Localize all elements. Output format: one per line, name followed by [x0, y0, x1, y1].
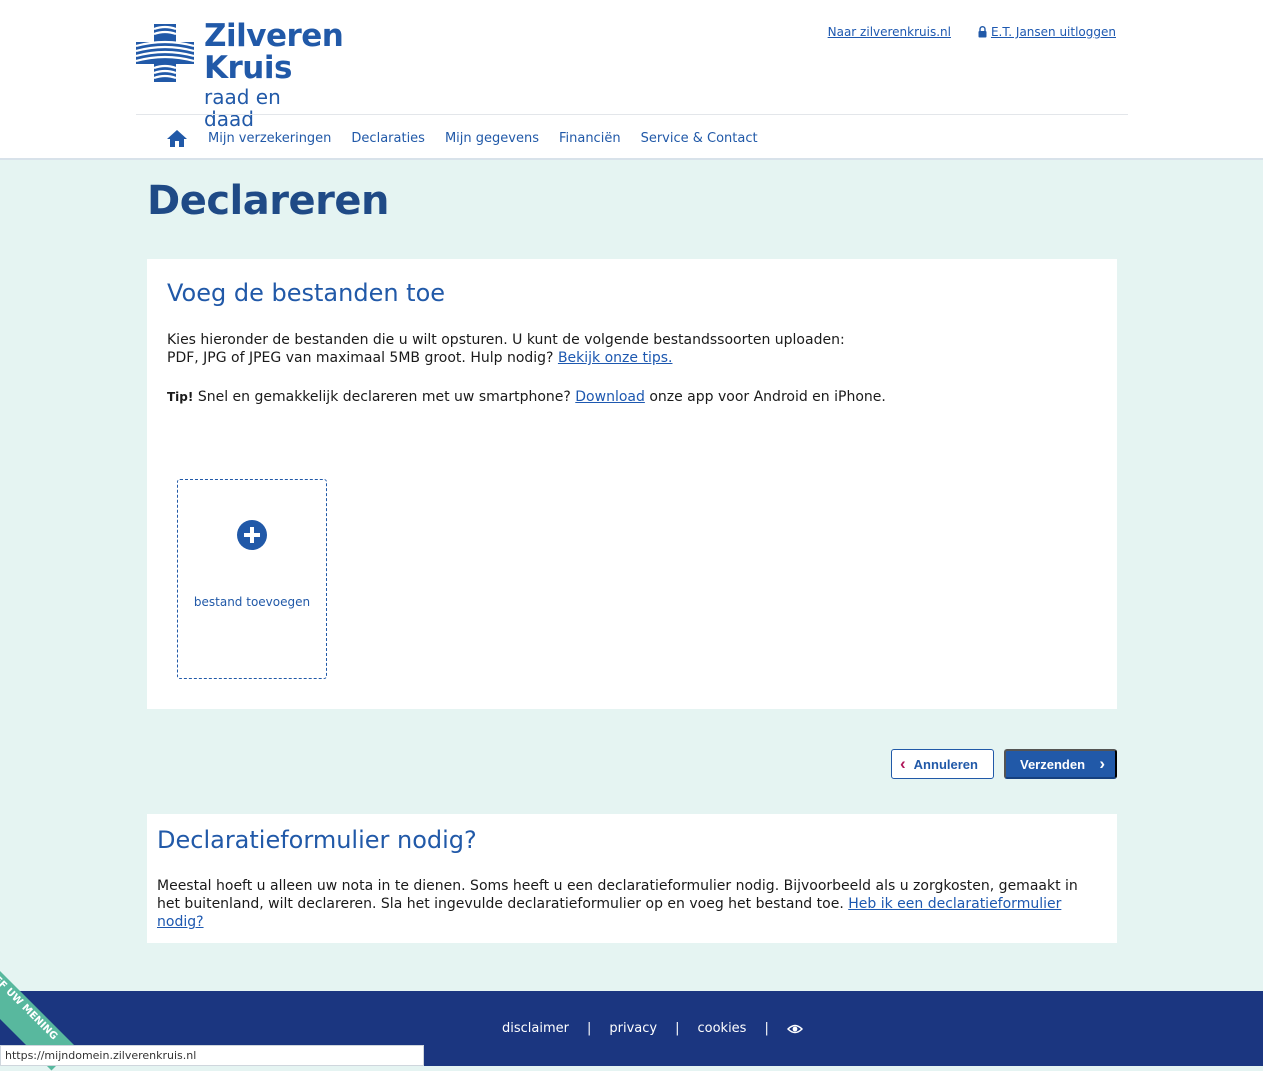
footer-link-privacy[interactable]: privacy	[609, 1021, 657, 1036]
browser-status-url: https://mijndomein.zilverenkruis.nl	[0, 1045, 424, 1066]
header: Zilveren Kruis raad en daad Naar zilvere…	[0, 0, 1263, 160]
upload-intro-line1: Kies hieronder de bestanden die u wilt o…	[167, 332, 845, 348]
upload-intro-line2: PDF, JPG of JPEG van maximaal 5MB groot.…	[167, 350, 554, 366]
logout-link[interactable]: E.T. Jansen uitloggen	[978, 25, 1116, 39]
zilveren-kruis-logo[interactable]: Zilveren Kruis raad en daad	[136, 20, 344, 130]
nav-service-contact[interactable]: Service & Contact	[641, 131, 758, 146]
add-file-label: bestand toevoegen	[193, 595, 311, 609]
lock-icon	[978, 26, 987, 38]
form-card-heading: Declaratieformulier nodig?	[157, 826, 477, 854]
tip-label: Tip!	[167, 390, 194, 404]
upload-card: Voeg de bestanden toe Kies hieronder de …	[147, 259, 1117, 709]
logo-text-zilveren: Zilveren	[204, 18, 344, 54]
nav-mijn-verzekeringen[interactable]: Mijn verzekeringen	[208, 131, 331, 146]
home-icon	[167, 129, 187, 147]
download-app-link[interactable]: Download	[575, 389, 645, 405]
tip-suffix: onze app voor Android en iPhone.	[649, 389, 886, 405]
nav-home-link[interactable]	[166, 128, 188, 148]
send-button-label: Verzenden	[1020, 756, 1086, 772]
logo-text-kruis: Kruis	[204, 50, 292, 86]
page-title: Declareren	[147, 178, 389, 224]
cancel-button[interactable]: ‹ Annuleren	[891, 749, 994, 779]
send-button[interactable]: Verzenden ›	[1004, 749, 1117, 779]
tip-text: Snel en gemakkelijk declareren met uw sm…	[197, 389, 571, 405]
tips-link[interactable]: Bekijk onze tips.	[558, 350, 673, 366]
eye-icon[interactable]	[786, 1023, 803, 1035]
footer-links: disclaimer | privacy | cookies |	[502, 1021, 803, 1036]
chevron-right-icon: ›	[1099, 754, 1105, 773]
footer-separator: |	[675, 1021, 680, 1036]
upload-intro: Kies hieronder de bestanden die u wilt o…	[167, 331, 1067, 367]
footer-separator: |	[764, 1021, 769, 1036]
nav-financien[interactable]: Financiën	[559, 131, 621, 146]
plus-circle-icon	[237, 520, 267, 550]
nav-declaraties[interactable]: Declaraties	[351, 131, 425, 146]
main-nav: Mijn verzekeringen Declaraties Mijn gege…	[166, 124, 778, 152]
cancel-button-label: Annuleren	[913, 756, 978, 772]
header-divider	[136, 114, 1128, 115]
zilverenkruis-site-link[interactable]: Naar zilverenkruis.nl	[828, 25, 951, 39]
upload-card-heading: Voeg de bestanden toe	[167, 279, 446, 307]
form-card-text: Meestal hoeft u alleen uw nota in te die…	[157, 877, 1097, 931]
footer-separator: |	[586, 1021, 592, 1036]
logout-label: E.T. Jansen uitloggen	[990, 25, 1116, 39]
cross-logo-icon	[136, 24, 194, 82]
nav-mijn-gegevens[interactable]: Mijn gegevens	[445, 131, 539, 146]
declaration-form-card: Declaratieformulier nodig? Meestal hoeft…	[147, 814, 1117, 943]
footer-link-disclaimer[interactable]: disclaimer	[502, 1021, 569, 1036]
footer-link-cookies[interactable]: cookies	[697, 1021, 746, 1036]
app-tip: Tip! Snel en gemakkelijk declareren met …	[167, 388, 1067, 406]
chevron-left-icon: ‹	[900, 754, 906, 773]
add-file-dropzone[interactable]: bestand toevoegen	[177, 479, 327, 679]
